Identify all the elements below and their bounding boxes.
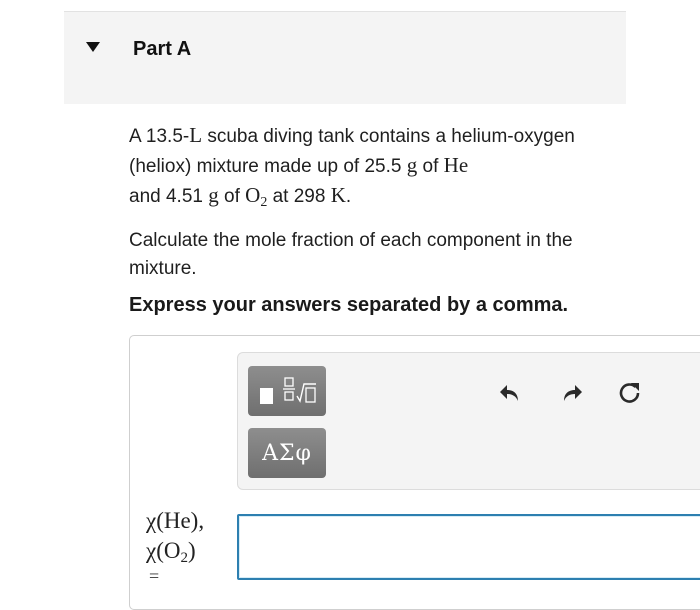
templates-icon bbox=[260, 377, 316, 404]
redo-icon[interactable] bbox=[559, 380, 585, 406]
o2-label-subscript: 2 bbox=[180, 550, 188, 566]
answer-label: χ(He), χ(O2) bbox=[146, 506, 204, 573]
he-fraction-label: χ(He), bbox=[146, 508, 205, 533]
equals-sign: = bbox=[149, 566, 160, 586]
problem-text: at 298 bbox=[267, 186, 331, 207]
unit-liters: L bbox=[189, 123, 203, 147]
templates-button[interactable] bbox=[248, 366, 326, 416]
problem-text: . bbox=[345, 186, 352, 207]
unit-grams: g bbox=[208, 183, 219, 207]
unit-grams: g bbox=[406, 153, 418, 177]
question-text: Calculate the mole fraction of each comp… bbox=[129, 230, 573, 279]
oxygen-symbol: O bbox=[245, 183, 261, 207]
o2-label-text: χ(O bbox=[146, 538, 181, 563]
greek-symbols-button[interactable]: ΑΣφ bbox=[248, 428, 326, 478]
part-title: Part A bbox=[133, 38, 192, 60]
problem-text: and 4.51 bbox=[129, 186, 209, 207]
undo-icon[interactable] bbox=[497, 380, 523, 406]
answer-input[interactable] bbox=[237, 514, 700, 580]
problem-text: of bbox=[218, 186, 246, 207]
helium-symbol: He bbox=[443, 153, 469, 177]
problem-text: A 13.5- bbox=[129, 126, 190, 147]
collapse-caret-icon[interactable] bbox=[86, 42, 100, 52]
o2-label-close: ) bbox=[187, 538, 196, 563]
instruction-text: Express your answers separated by a comm… bbox=[129, 294, 569, 316]
problem-text: of bbox=[417, 156, 444, 177]
problem-statement: A 13.5-L scuba diving tank contains a he… bbox=[129, 121, 629, 217]
unit-kelvin: K bbox=[330, 183, 346, 207]
reset-icon[interactable] bbox=[617, 380, 643, 406]
